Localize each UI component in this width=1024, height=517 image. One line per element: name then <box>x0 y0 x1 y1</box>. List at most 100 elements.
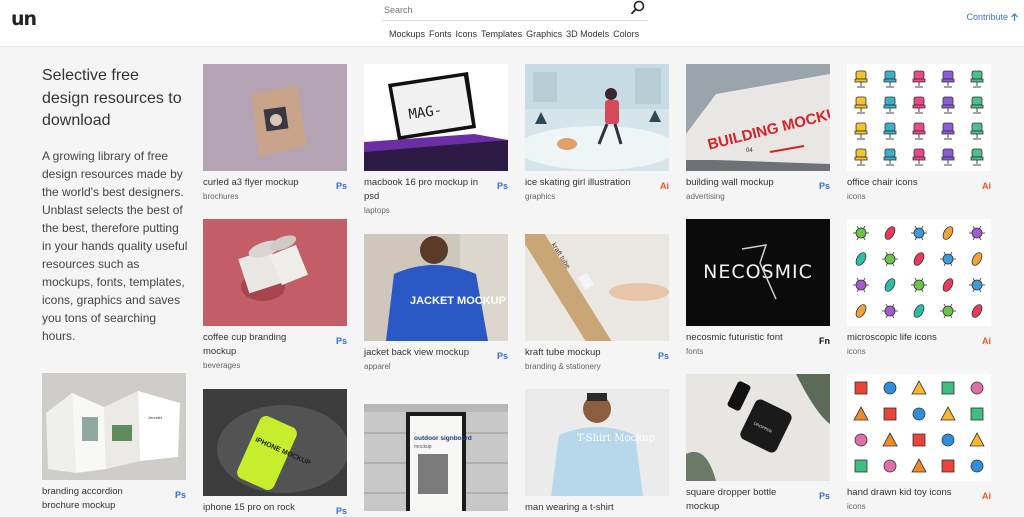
necosmic-text: NECOSMIC <box>703 261 813 283</box>
card-thumbnail[interactable] <box>847 374 991 481</box>
card-title[interactable]: iphone 15 pro on rock <box>203 501 347 515</box>
intro-body: A growing library of free design resourc… <box>42 148 188 343</box>
card-thumbnail[interactable]: kraft tube <box>525 234 669 341</box>
card-category[interactable]: apparel <box>364 362 508 371</box>
card-thumbnail[interactable] <box>847 219 991 326</box>
arrow-up-icon <box>1011 12 1018 21</box>
format-badge: Ai <box>982 336 991 346</box>
card-ice-skating[interactable]: ice skating girl illustration graphics A… <box>525 64 669 201</box>
card-thumbnail[interactable]: outdoor signboard mockup <box>364 404 508 511</box>
card-thumbnail[interactable] <box>203 219 347 326</box>
card-title[interactable]: hand drawn kid toy icons <box>847 486 991 500</box>
nav-graphics[interactable]: Graphics <box>526 29 562 39</box>
format-badge: Ps <box>335 506 347 516</box>
card-title[interactable]: microscopic life icons <box>847 331 991 345</box>
card-title[interactable]: coffee cup branding mockup <box>203 331 347 359</box>
card-title[interactable]: square dropper bottle mockup <box>686 486 830 514</box>
format-badge: Ps <box>657 351 669 361</box>
card-title[interactable]: building wall mockup <box>686 176 830 190</box>
search-input[interactable] <box>382 1 622 19</box>
card-accordion-brochure[interactable]: Jennifer branding accordion brochure moc… <box>42 373 186 513</box>
card-thumbnail[interactable]: DROPPER <box>686 374 830 481</box>
card-iphone[interactable]: iPHONE MOCKUP iphone 15 pro on rock Ps <box>203 389 347 516</box>
card-title[interactable]: jacket back view mockup <box>364 346 508 360</box>
card-thumbnail[interactable]: MAG- <box>364 64 508 171</box>
format-badge: Ps <box>496 351 508 361</box>
card-title[interactable]: kraft tube mockup <box>525 346 669 360</box>
card-category[interactable]: icons <box>847 502 991 511</box>
card-category[interactable]: branding & stationery <box>525 362 669 371</box>
card-category[interactable]: brochures <box>203 192 347 201</box>
card-title[interactable]: man wearing a t-shirt <box>525 501 669 515</box>
format-badge: Ai <box>982 491 991 501</box>
card-title[interactable]: macbook 16 pro mockup in psd <box>364 176 508 204</box>
card-category[interactable]: advertising <box>686 192 830 201</box>
svg-text:Jennifer: Jennifer <box>148 415 163 420</box>
card-thumbnail[interactable]: Jennifer <box>42 373 186 480</box>
tshirt-text: T-Shirt Mockup <box>577 433 655 444</box>
format-badge: Ps <box>818 491 830 501</box>
icon-set-item <box>970 381 984 395</box>
icon-set-item <box>912 407 926 421</box>
card-macbook[interactable]: MAG- macbook 16 pro mockup in psd laptop… <box>364 64 508 215</box>
card-necosmic-font[interactable]: NECOSMIC necosmic futuristic font fonts … <box>686 219 830 356</box>
format-badge: Fn <box>819 336 830 346</box>
format-badge: Ps <box>335 181 347 191</box>
card-outdoor-signboard[interactable]: outdoor signboard mockup <box>364 404 508 511</box>
card-thumbnail[interactable]: T-Shirt Mockup <box>525 389 669 496</box>
card-thumbnail[interactable] <box>525 64 669 171</box>
card-category[interactable]: fonts <box>686 347 830 356</box>
nav-templates[interactable]: Templates <box>481 29 522 39</box>
jacket-text: JACKET MOCKUP <box>410 295 506 307</box>
search-bar <box>382 0 648 21</box>
card-category[interactable]: laptops <box>364 206 508 215</box>
nav-colors[interactable]: Colors <box>613 29 639 39</box>
card-category[interactable]: icons <box>847 192 991 201</box>
nav-icons[interactable]: Icons <box>456 29 478 39</box>
card-category[interactable]: beverages <box>203 361 347 370</box>
card-thumbnail[interactable]: iPHONE MOCKUP <box>203 389 347 496</box>
card-building-wall[interactable]: BUILDING MOCKUP 04 building wall mockup a… <box>686 64 830 201</box>
icon-set-item <box>970 407 984 421</box>
icon-set-item <box>941 433 955 447</box>
card-title[interactable]: ice skating girl illustration <box>525 176 669 190</box>
nav-fonts[interactable]: Fonts <box>429 29 452 39</box>
card-category[interactable]: graphics <box>525 192 669 201</box>
building-number: 04 <box>746 148 753 154</box>
card-title[interactable]: curled a3 flyer mockup <box>203 176 347 190</box>
nav-mockups[interactable]: Mockups <box>389 29 425 39</box>
intro-title: Selective free design resources to downl… <box>42 67 182 129</box>
icon-set-item <box>854 433 868 447</box>
card-thumbnail[interactable]: BUILDING MOCKUP 04 <box>686 64 830 171</box>
icon-set-item <box>941 381 955 395</box>
icon-set-item <box>883 381 897 395</box>
card-kraft-tube[interactable]: kraft tube kraft tube mockup branding & … <box>525 234 669 371</box>
contribute-link[interactable]: Contribute <box>966 12 1019 22</box>
card-thumbnail[interactable] <box>847 64 991 171</box>
signboard-sub: mockup <box>414 444 432 450</box>
card-kid-toy-icons[interactable]: hand drawn kid toy icons icons Ai <box>847 374 991 511</box>
card-curled-flyer[interactable]: curled a3 flyer mockup brochures Ps <box>203 64 347 201</box>
format-badge: Ai <box>982 181 991 191</box>
card-title[interactable]: branding accordion brochure mockup <box>42 485 186 513</box>
card-thumbnail[interactable]: JACKET MOCKUP <box>364 234 508 341</box>
icon-set-item <box>883 459 897 473</box>
card-coffee-cup[interactable]: coffee cup branding mockup beverages Ps <box>203 219 347 370</box>
contribute-label: Contribute <box>966 12 1008 22</box>
card-man-tshirt[interactable]: T-Shirt Mockup man wearing a t-shirt <box>525 389 669 515</box>
card-category[interactable]: icons <box>847 347 991 356</box>
card-title[interactable]: necosmic futuristic font <box>686 331 830 345</box>
search-icon[interactable] <box>630 0 646 16</box>
card-title[interactable]: office chair icons <box>847 176 991 190</box>
card-jacket[interactable]: JACKET MOCKUP jacket back view mockup ap… <box>364 234 508 371</box>
format-badge: Ps <box>496 181 508 191</box>
card-dropper-bottle[interactable]: DROPPER square dropper bottle mockup Ps <box>686 374 830 514</box>
card-office-chair-icons[interactable]: office chair icons icons Ai <box>847 64 991 201</box>
card-microscopic-icons[interactable]: microscopic life icons icons Ai <box>847 219 991 356</box>
logo[interactable]: un <box>11 8 37 30</box>
icon-set-item <box>941 459 955 473</box>
format-badge: Ps <box>335 336 347 346</box>
nav-3d-models[interactable]: 3D Models <box>566 29 609 39</box>
card-thumbnail[interactable]: NECOSMIC <box>686 219 830 326</box>
card-thumbnail[interactable] <box>203 64 347 171</box>
